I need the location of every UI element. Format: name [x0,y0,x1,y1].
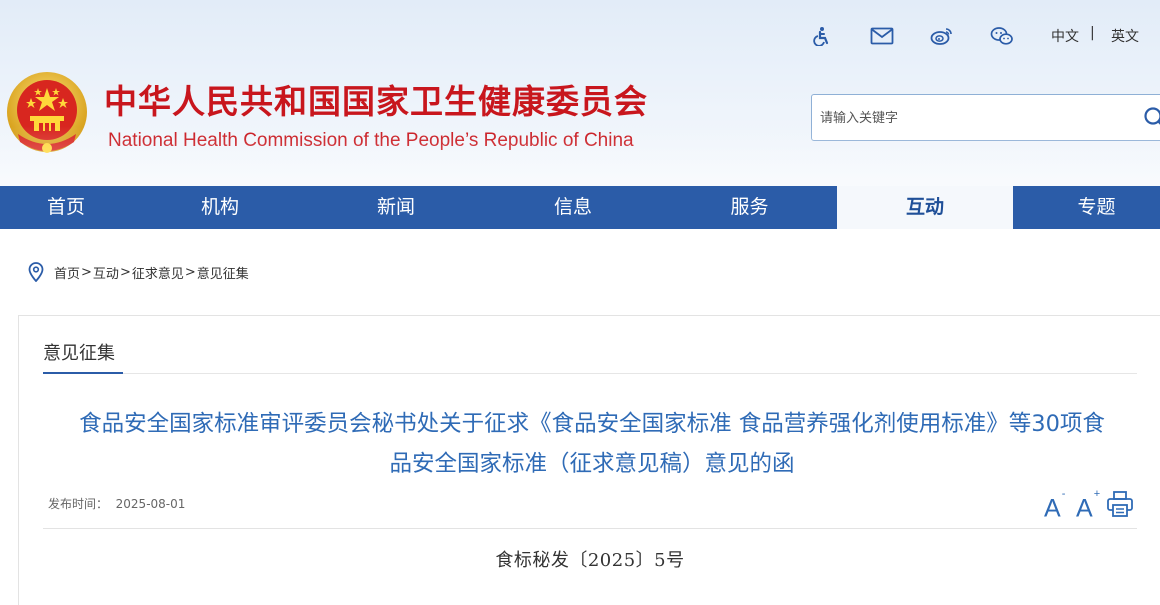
nav-item-organization[interactable]: 机构 [132,186,308,229]
nav-item-news[interactable]: 新闻 [308,186,484,229]
main-nav: 首页 机构 新闻 信息 服务 互动 专题 [0,186,1160,229]
nav-item-home[interactable]: 首页 [0,186,132,229]
search-box [811,94,1160,141]
search-icon[interactable] [1142,105,1160,131]
nav-item-topics[interactable]: 专题 [1013,186,1160,229]
site-title-cn: 中华人民共和国国家卫生健康委员会 [104,82,648,121]
site-header: 中华人民共和国国家卫生健康委员会 National Health Commiss… [0,0,1160,186]
article-tools: A- A+ [1044,488,1139,522]
document-number: 食标秘发〔2025〕5号 [495,550,685,571]
section-title-underline [43,372,123,374]
accessibility-icon[interactable] [809,24,835,48]
section-divider [123,373,1137,374]
article-title-line-1: 食品安全国家标准审评委员会秘书处关于征求《食品安全国家标准 食品营养强化剂使用标… [79,411,1105,437]
print-icon[interactable] [1106,490,1134,518]
meta-divider [43,528,1137,529]
breadcrumb-separator: > [184,264,196,280]
lang-cn-link[interactable]: 中文 [1051,26,1079,46]
site-title-en: National Health Commission of the People… [108,130,634,151]
top-utility-bar [0,24,1160,48]
nav-item-services[interactable]: 服务 [662,186,837,229]
article-title-line-2: 品安全国家标准（征求意见稿）意见的函 [389,451,795,477]
font-increase-button[interactable]: A+ [1076,488,1100,524]
breadcrumb-current: 意见征集 [196,266,249,282]
wechat-icon[interactable] [989,24,1015,48]
location-pin-icon [28,262,44,282]
article-title: 食品安全国家标准审评委员会秘书处关于征求《食品安全国家标准 食品营养强化剂使用标… [38,404,1146,484]
nav-item-interaction[interactable]: 互动 [837,186,1013,229]
font-decrease-button[interactable]: A- [1044,488,1065,524]
national-emblem-logo[interactable] [4,68,90,160]
breadcrumb-consultation[interactable]: 征求意见 [132,263,184,282]
mail-icon[interactable] [869,24,895,48]
weibo-icon[interactable] [929,24,955,48]
breadcrumb: 首页 > 互动 > 征求意见 > 意见征集 [28,262,249,282]
lang-en-link[interactable]: 英文 [1111,26,1139,46]
search-input[interactable] [820,105,1120,131]
breadcrumb-separator: > [81,264,92,280]
nav-item-information[interactable]: 信息 [484,186,662,229]
breadcrumb-separator: > [119,264,131,280]
publish-date-value: 2025-08-01 [115,497,186,511]
breadcrumb-home[interactable]: 首页 [54,263,80,282]
section-title: 意见征集 [43,343,115,364]
publish-date-label: 发布时间： [48,497,109,511]
lang-separator: | [1090,25,1095,41]
breadcrumb-interaction[interactable]: 互动 [93,263,119,282]
publish-date: 发布时间： 2025-08-01 [48,495,185,512]
